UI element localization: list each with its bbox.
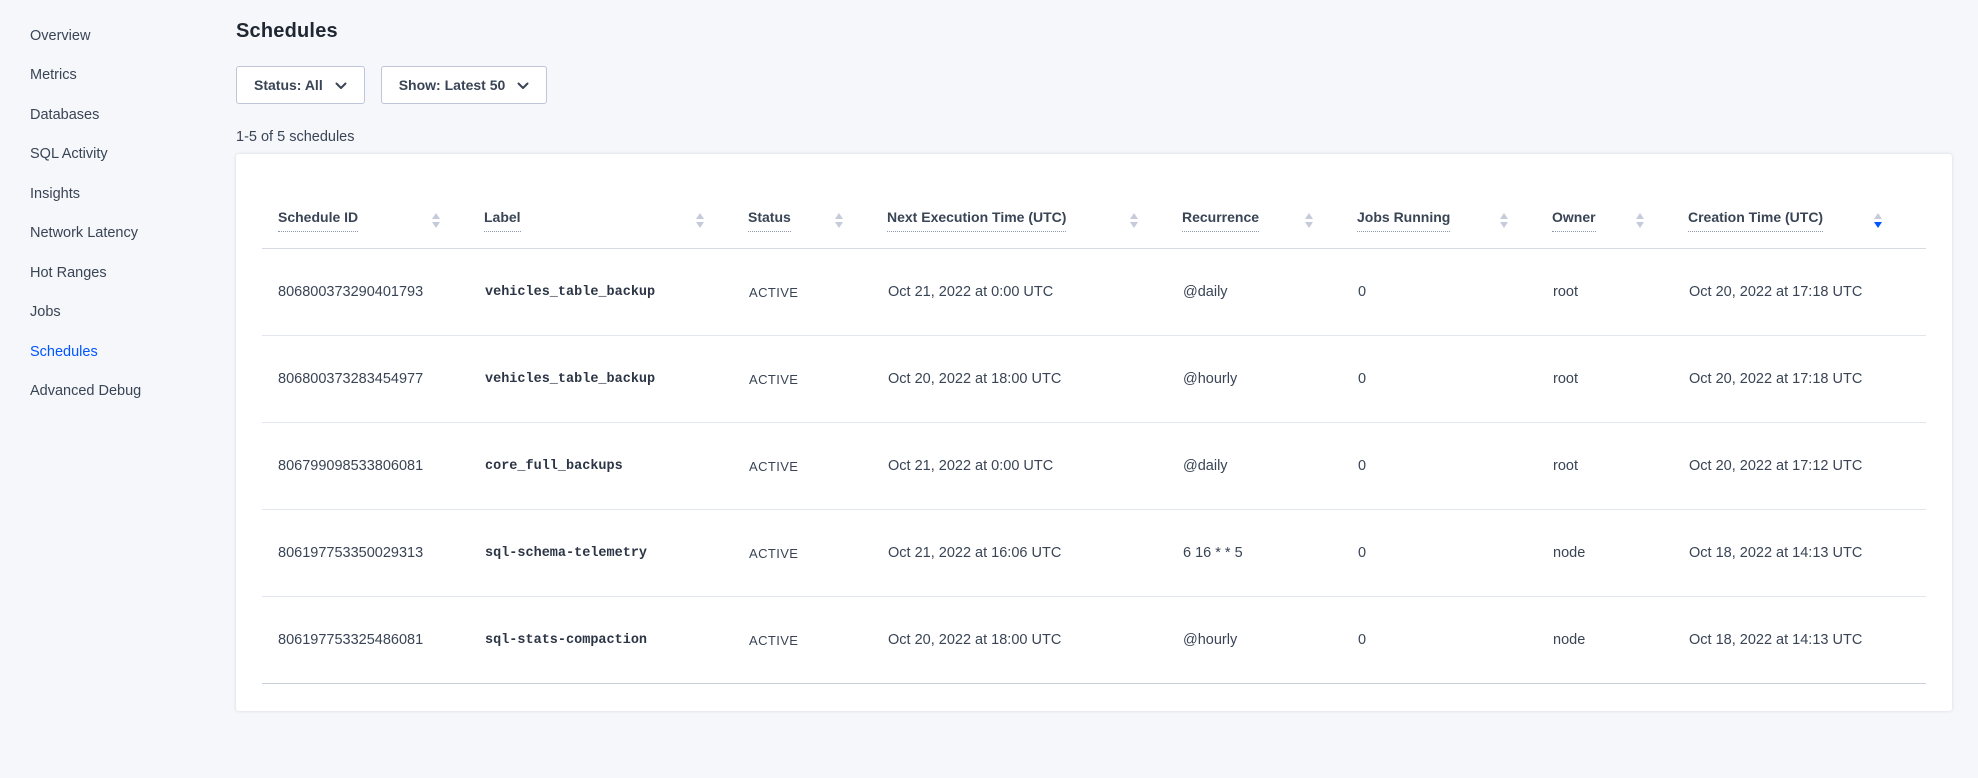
cell-label: vehicles_table_backup [484, 249, 748, 336]
cell-jobs-running: 0 [1357, 597, 1552, 684]
column-header-recurrence[interactable]: Recurrence [1182, 154, 1357, 249]
cell-jobs-running: 0 [1357, 249, 1552, 336]
cell-jobs-running: 0 [1357, 336, 1552, 423]
main-content: Schedules Status: All Show: Latest 50 1-… [186, 0, 1978, 778]
cell-id: 806197753325486081 [262, 597, 484, 684]
table-row: 806197753350029313sql-schema-telemetryAC… [262, 510, 1926, 597]
sidebar-item-sql-activity[interactable]: SQL Activity [0, 135, 186, 175]
sort-icon[interactable] [1874, 213, 1882, 228]
cell-creation-time: Oct 20, 2022 at 17:18 UTC [1688, 249, 1926, 336]
column-header-label: Recurrence [1182, 209, 1259, 232]
sort-icon[interactable] [1305, 213, 1313, 228]
cell-status: ACTIVE [748, 249, 887, 336]
show-filter-label: Show: Latest 50 [399, 77, 506, 93]
cell-owner: root [1552, 336, 1688, 423]
table-row: 806800373290401793vehicles_table_backupA… [262, 249, 1926, 336]
cell-owner: root [1552, 249, 1688, 336]
column-header-creation-time-utc[interactable]: Creation Time (UTC) [1688, 154, 1926, 249]
show-filter-dropdown[interactable]: Show: Latest 50 [381, 66, 548, 104]
cell-recurrence: @hourly [1182, 597, 1357, 684]
cell-recurrence: @daily [1182, 249, 1357, 336]
table-header-row: Schedule ID Label Status Next Execution Tim… [262, 154, 1926, 249]
column-header-label: Next Execution Time (UTC) [887, 209, 1066, 232]
status-filter-dropdown[interactable]: Status: All [236, 66, 365, 104]
cell-id: 806800373290401793 [262, 249, 484, 336]
sidebar-item-jobs[interactable]: Jobs [0, 293, 186, 333]
sort-icon[interactable] [1500, 213, 1508, 228]
sidebar-item-metrics[interactable]: Metrics [0, 56, 186, 96]
filter-bar: Status: All Show: Latest 50 [236, 66, 1952, 104]
sidebar-item-insights[interactable]: Insights [0, 174, 186, 214]
sidebar-item-overview[interactable]: Overview [0, 16, 186, 56]
column-header-label[interactable]: Label [484, 154, 748, 249]
sort-icon[interactable] [696, 213, 704, 228]
chevron-down-icon [517, 82, 529, 90]
column-header-label: Schedule ID [278, 209, 358, 232]
sidebar-item-network-latency[interactable]: Network Latency [0, 214, 186, 254]
cell-next-execution: Oct 21, 2022 at 16:06 UTC [887, 510, 1182, 597]
cell-status: ACTIVE [748, 336, 887, 423]
sort-icon[interactable] [1636, 213, 1644, 228]
table-row: 806800373283454977vehicles_table_backupA… [262, 336, 1926, 423]
cell-creation-time: Oct 18, 2022 at 14:13 UTC [1688, 510, 1926, 597]
cell-id: 806197753350029313 [262, 510, 484, 597]
results-count: 1-5 of 5 schedules [236, 129, 1952, 145]
sort-icon[interactable] [432, 213, 440, 228]
column-header-next-execution-time-utc[interactable]: Next Execution Time (UTC) [887, 154, 1182, 249]
cell-owner: node [1552, 597, 1688, 684]
cell-id: 806799098533806081 [262, 423, 484, 510]
sidebar-item-databases[interactable]: Databases [0, 95, 186, 135]
cell-status: ACTIVE [748, 597, 887, 684]
cell-status: ACTIVE [748, 510, 887, 597]
sidebar-item-advanced-debug[interactable]: Advanced Debug [0, 372, 186, 412]
table-row: 806799098533806081core_full_backupsACTIV… [262, 423, 1926, 510]
cell-jobs-running: 0 [1357, 510, 1552, 597]
sidebar: OverviewMetricsDatabasesSQL ActivityInsi… [0, 0, 186, 778]
cell-jobs-running: 0 [1357, 423, 1552, 510]
cell-next-execution: Oct 20, 2022 at 18:00 UTC [887, 597, 1182, 684]
sidebar-item-schedules[interactable]: Schedules [0, 332, 186, 372]
sort-icon[interactable] [1130, 213, 1138, 228]
schedules-table-card: Schedule ID Label Status Next Execution Tim… [236, 154, 1952, 711]
cell-label: vehicles_table_backup [484, 336, 748, 423]
sidebar-item-hot-ranges[interactable]: Hot Ranges [0, 253, 186, 293]
cell-label: core_full_backups [484, 423, 748, 510]
cell-creation-time: Oct 20, 2022 at 17:18 UTC [1688, 336, 1926, 423]
cell-recurrence: @hourly [1182, 336, 1357, 423]
cell-owner: root [1552, 423, 1688, 510]
column-header-jobs-running[interactable]: Jobs Running [1357, 154, 1552, 249]
cell-owner: node [1552, 510, 1688, 597]
column-header-label: Status [748, 209, 791, 232]
cell-creation-time: Oct 18, 2022 at 14:13 UTC [1688, 597, 1926, 684]
cell-next-execution: Oct 20, 2022 at 18:00 UTC [887, 336, 1182, 423]
column-header-owner[interactable]: Owner [1552, 154, 1688, 249]
schedules-table: Schedule ID Label Status Next Execution Tim… [262, 154, 1926, 684]
page-title: Schedules [236, 20, 1952, 43]
cell-recurrence: 6 16 * * 5 [1182, 510, 1357, 597]
table-row: 806197753325486081sql-stats-compactionAC… [262, 597, 1926, 684]
sort-icon[interactable] [835, 213, 843, 228]
column-header-label: Owner [1552, 209, 1596, 232]
cell-label: sql-schema-telemetry [484, 510, 748, 597]
column-header-label: Jobs Running [1357, 209, 1450, 232]
cell-label: sql-stats-compaction [484, 597, 748, 684]
chevron-down-icon [335, 82, 347, 90]
cell-next-execution: Oct 21, 2022 at 0:00 UTC [887, 423, 1182, 510]
app-window: OverviewMetricsDatabasesSQL ActivityInsi… [0, 0, 1978, 778]
column-header-schedule-id[interactable]: Schedule ID [262, 154, 484, 249]
cell-creation-time: Oct 20, 2022 at 17:12 UTC [1688, 423, 1926, 510]
status-filter-label: Status: All [254, 77, 323, 93]
column-header-label: Creation Time (UTC) [1688, 209, 1823, 232]
cell-recurrence: @daily [1182, 423, 1357, 510]
cell-id: 806800373283454977 [262, 336, 484, 423]
column-header-status[interactable]: Status [748, 154, 887, 249]
column-header-label: Label [484, 209, 521, 232]
cell-next-execution: Oct 21, 2022 at 0:00 UTC [887, 249, 1182, 336]
cell-status: ACTIVE [748, 423, 887, 510]
